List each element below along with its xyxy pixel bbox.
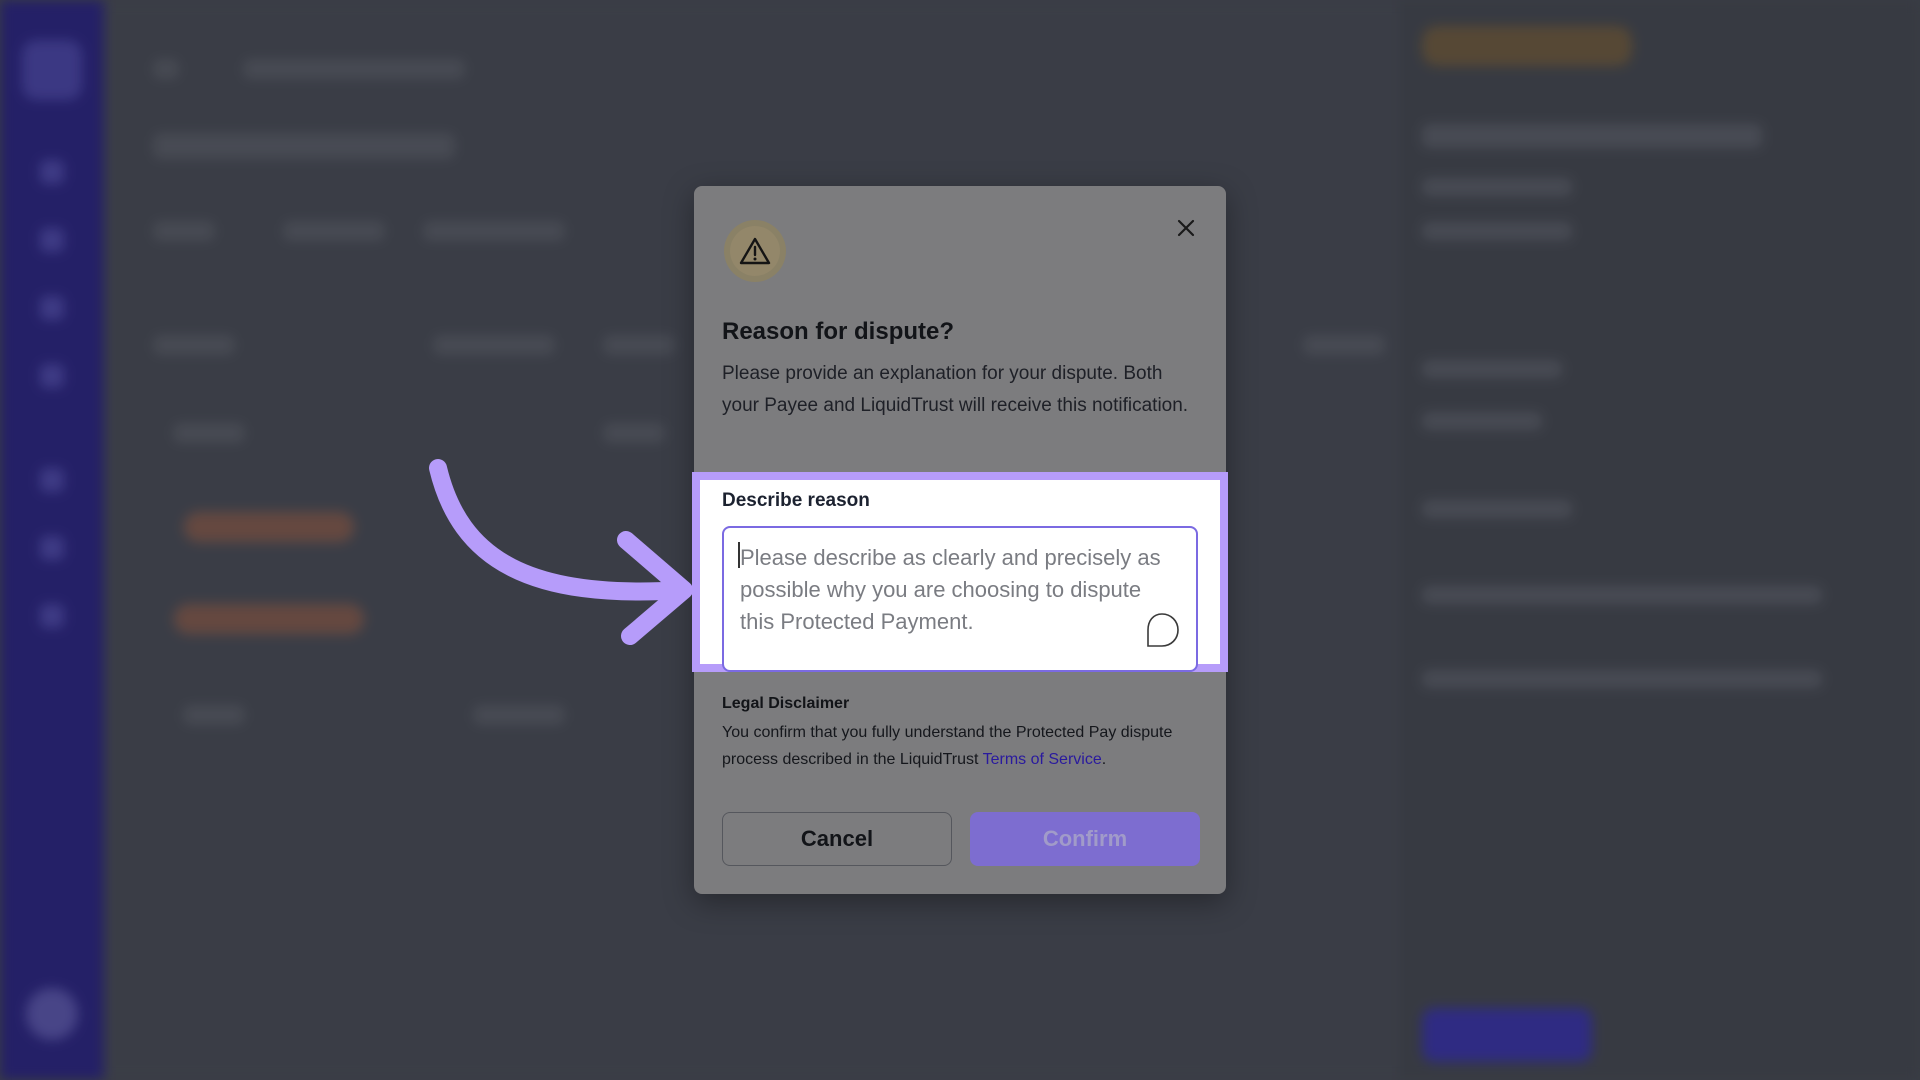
nav-icon (40, 296, 64, 320)
row-placeholder (474, 706, 564, 724)
nav-icon (40, 536, 64, 560)
filter-placeholder (284, 222, 384, 240)
panel-line (1422, 222, 1572, 240)
app-logo (22, 40, 82, 100)
row-placeholder (604, 424, 664, 442)
confirm-button[interactable]: Confirm (970, 812, 1200, 866)
sidebar (0, 0, 104, 1080)
panel-line (1422, 586, 1822, 604)
panel-line (1422, 412, 1542, 430)
column-placeholder (434, 336, 554, 354)
close-button[interactable] (1172, 214, 1200, 242)
cancel-button[interactable]: Cancel (722, 812, 952, 866)
close-icon (1177, 219, 1195, 237)
nav-icon (40, 160, 64, 184)
column-placeholder (604, 336, 674, 354)
filter-placeholder (424, 222, 564, 240)
column-placeholder (1304, 336, 1384, 354)
reason-textarea[interactable] (722, 526, 1198, 672)
nav-icon (40, 604, 64, 628)
status-pill (1422, 26, 1632, 66)
row-pill (184, 512, 354, 542)
curved-arrow-icon (429, 459, 693, 645)
nav-icon (40, 228, 64, 252)
row-placeholder (184, 706, 244, 724)
text-cursor (738, 542, 740, 568)
filter-placeholder (154, 222, 214, 240)
legal-disclaimer-title: Legal Disclaimer (722, 695, 850, 712)
panel-line (1422, 670, 1822, 688)
panel-line (1422, 360, 1562, 378)
panel-button (1422, 1008, 1592, 1062)
dialog-description: Please provide an explanation for your d… (722, 363, 1189, 416)
grammarly-bubble-icon[interactable] (1142, 610, 1182, 650)
row-pill (174, 604, 364, 634)
panel-line (1422, 500, 1572, 518)
reason-label: Describe reason (722, 490, 870, 511)
heading-placeholder (154, 134, 454, 158)
terms-of-service-link[interactable]: Terms of Service (983, 751, 1102, 768)
dispute-dialog: Reason for dispute? Please provide an ex… (692, 186, 1228, 894)
avatar (26, 988, 78, 1040)
legal-end: . (1101, 751, 1107, 768)
nav-icon (40, 364, 64, 388)
reason-highlight-box: Describe reason (692, 472, 1228, 672)
panel-title-placeholder (1422, 124, 1762, 148)
warning-triangle-icon (739, 237, 771, 265)
detail-panel (1400, 0, 1920, 1080)
nav-icon (40, 468, 64, 492)
screen: Reason for dispute? Please provide an ex… (0, 0, 1920, 1080)
dialog-title: Reason for dispute? (722, 318, 955, 345)
panel-line (1422, 178, 1572, 196)
row-placeholder (174, 424, 244, 442)
legal-disclaimer-text: You confirm that you fully understand th… (722, 719, 1212, 773)
back-placeholder (154, 60, 178, 78)
warning-badge (724, 220, 786, 282)
title-placeholder (244, 60, 464, 78)
column-placeholder (154, 336, 234, 354)
